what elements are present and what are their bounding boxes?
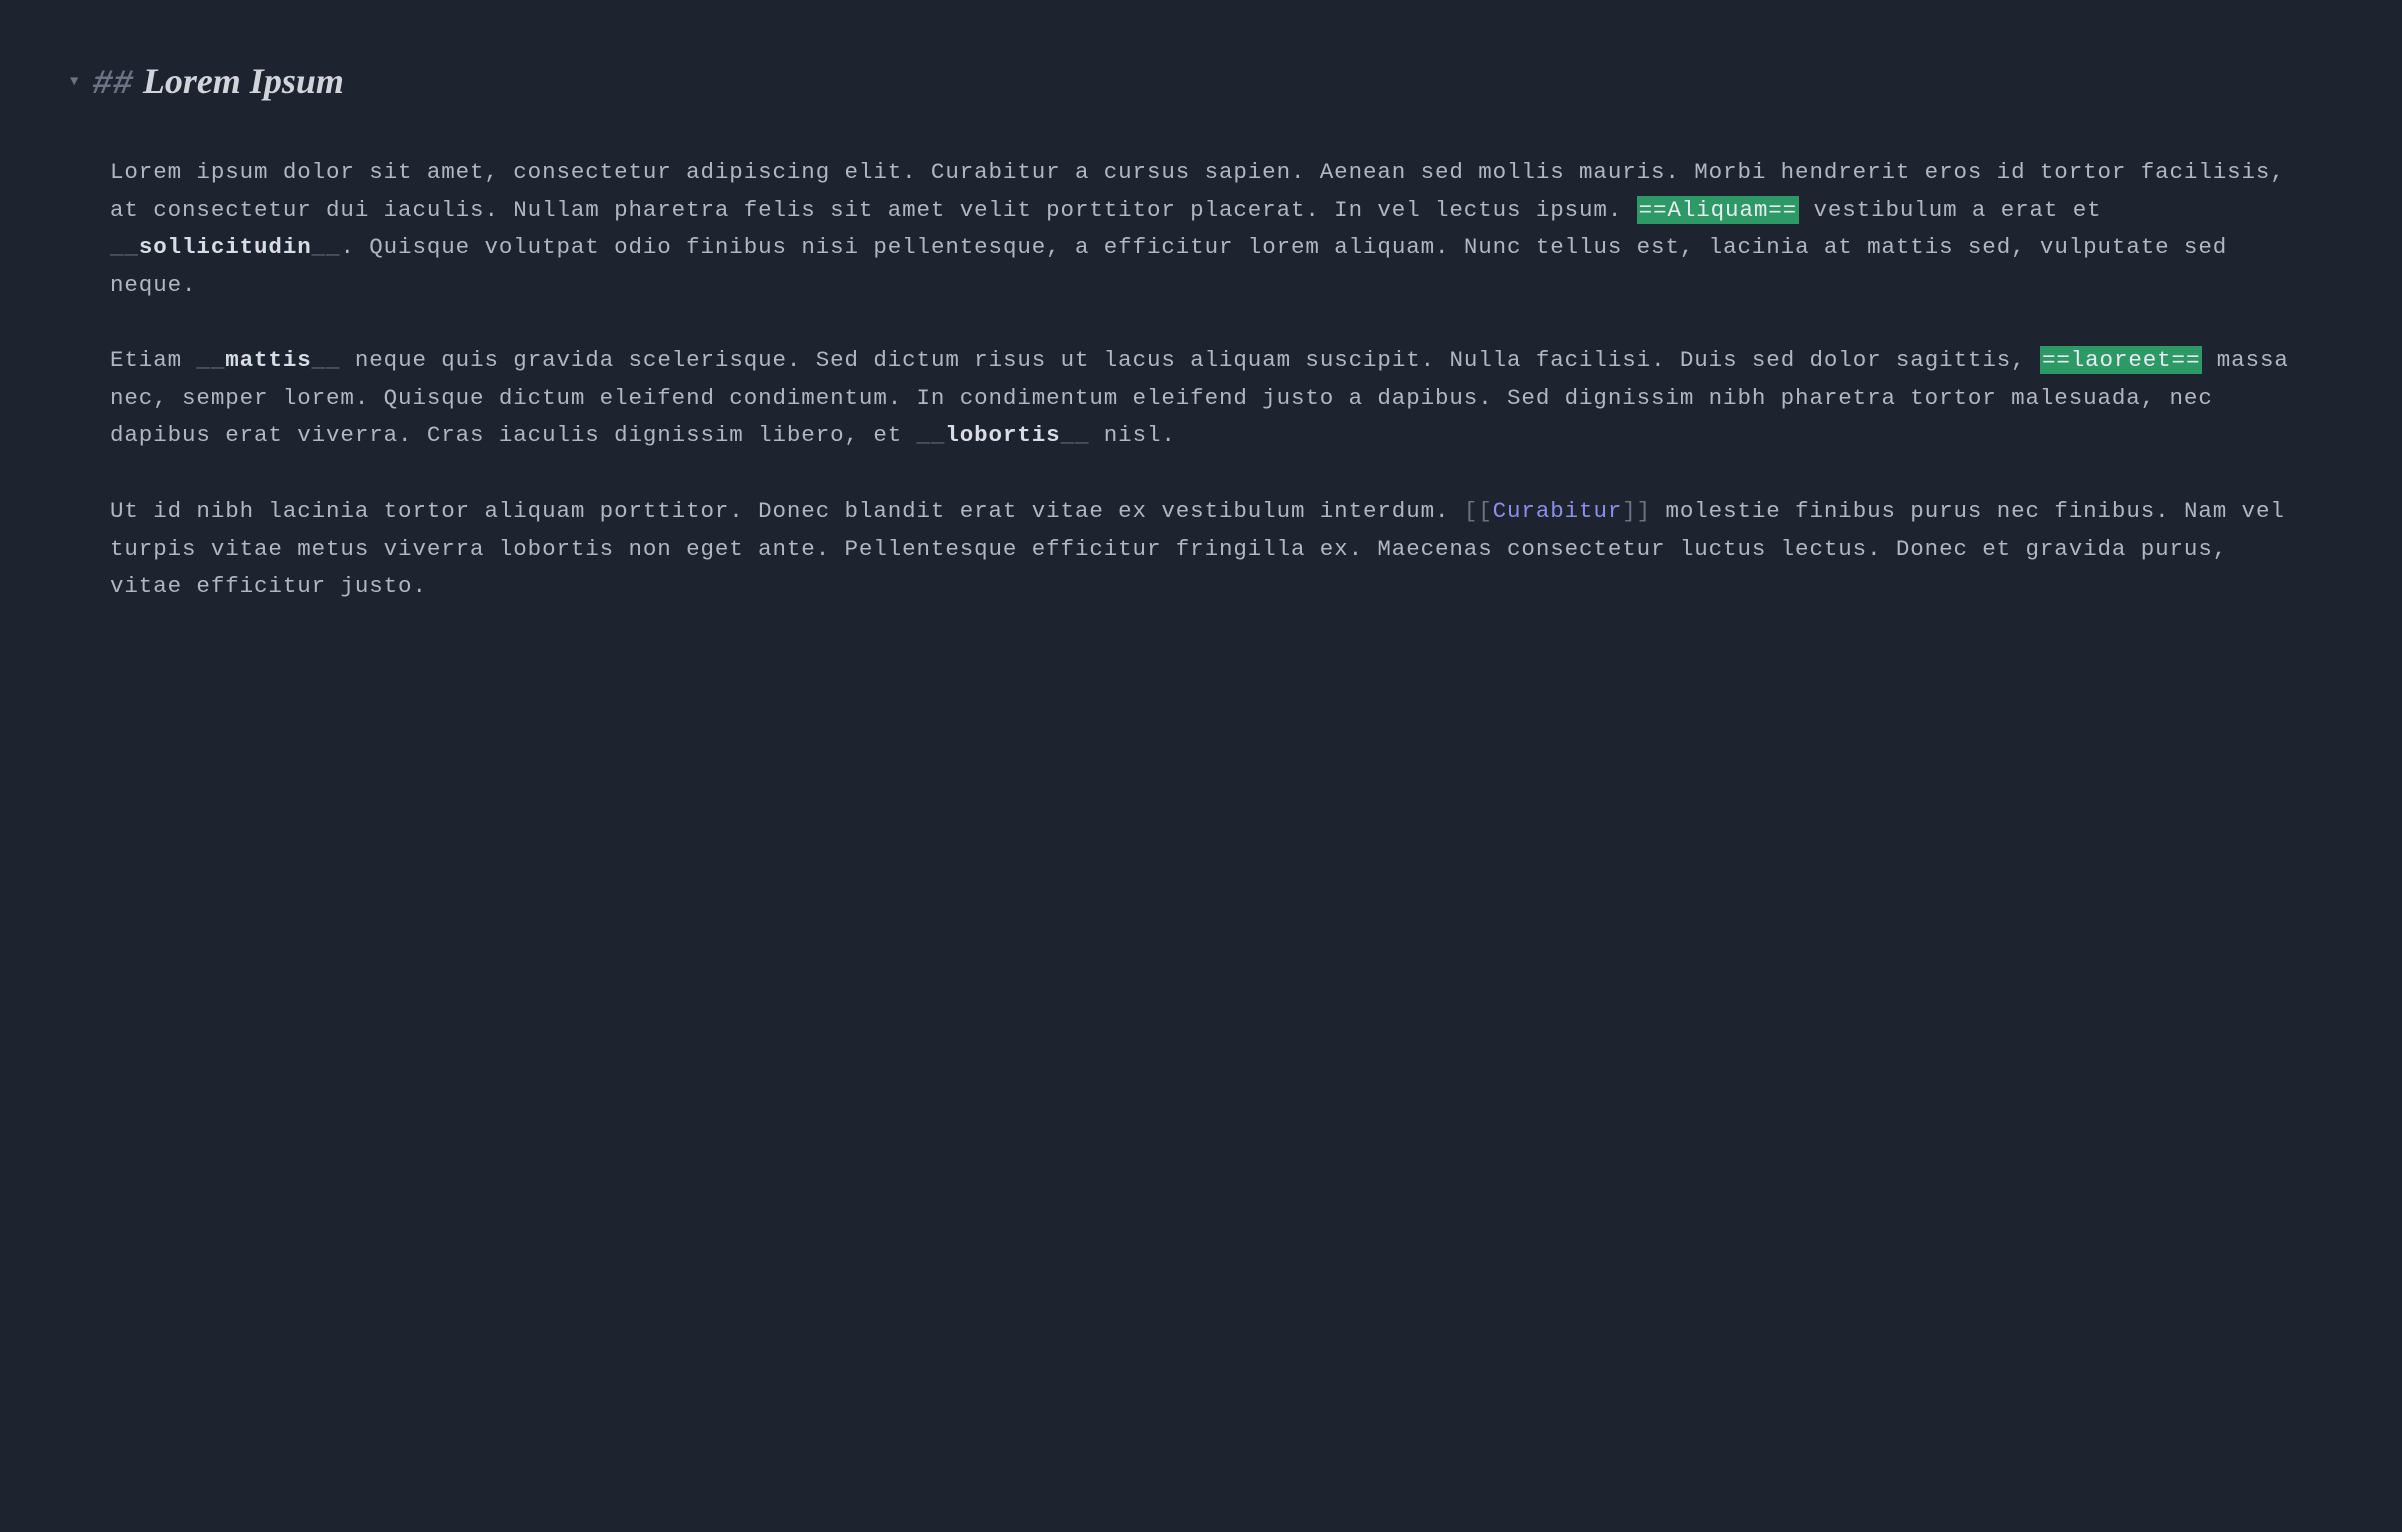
text-run: Etiam	[110, 347, 196, 373]
text-run: neque quis gravida scelerisque. Sed dict…	[340, 347, 2039, 373]
text-run: . Quisque volutpat odio finibus nisi pel…	[110, 234, 2227, 298]
highlight-mark: ==Aliquam==	[1637, 196, 1799, 224]
bold-marker-open: __	[917, 422, 946, 448]
bold-text: lobortis	[945, 422, 1060, 448]
bold-text: mattis	[225, 347, 311, 373]
bold-marker-close: __	[312, 347, 341, 373]
heading-markdown-markers: ##	[92, 66, 133, 104]
editor-content[interactable]: Lorem ipsum dolor sit amet, consectetur …	[70, 154, 2312, 606]
highlight-mark: ==laoreet==	[2040, 346, 2202, 374]
bold-marker-open: __	[110, 234, 139, 260]
wikilink-text[interactable]: Curabitur	[1493, 498, 1623, 524]
fold-arrow-icon[interactable]: ▼	[70, 74, 78, 90]
bold-marker-close: __	[312, 234, 341, 260]
bold-marker-close: __	[1061, 422, 1090, 448]
wikilink-bracket-open: [[	[1464, 498, 1493, 524]
heading-title: Lorem Ipsum	[143, 61, 344, 101]
paragraph-1[interactable]: Lorem ipsum dolor sit amet, consectetur …	[110, 154, 2312, 304]
bold-text: sollicitudin	[139, 234, 312, 260]
text-run: nisl.	[1089, 422, 1175, 448]
text-run: Ut id nibh lacinia tortor aliquam portti…	[110, 498, 1464, 524]
heading-wrapper[interactable]: ## Lorem Ipsum	[92, 60, 343, 104]
paragraph-3[interactable]: Ut id nibh lacinia tortor aliquam portti…	[110, 493, 2312, 606]
wikilink-bracket-close: ]]	[1622, 498, 1651, 524]
text-run: vestibulum a erat et	[1799, 197, 2101, 223]
paragraph-2[interactable]: Etiam __mattis__ neque quis gravida scel…	[110, 342, 2312, 455]
bold-marker-open: __	[196, 347, 225, 373]
heading-row: ▼ ## Lorem Ipsum	[70, 60, 2312, 104]
